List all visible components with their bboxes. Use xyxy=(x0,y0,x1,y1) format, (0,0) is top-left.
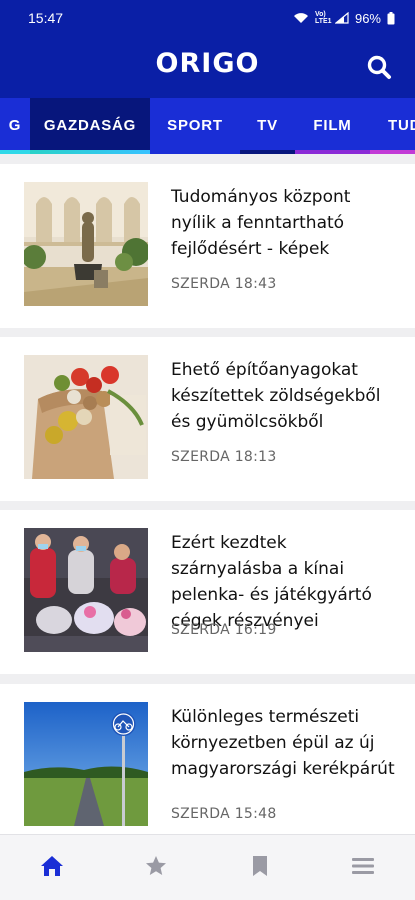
article-title: Különleges természeti környezetben épül … xyxy=(171,707,395,779)
tab-label: TUD xyxy=(388,117,415,134)
tab-tudomany[interactable]: TUD xyxy=(370,98,415,154)
bottom-navigation xyxy=(0,834,415,900)
tab-label: G xyxy=(8,117,22,134)
bookmark-icon xyxy=(248,854,272,883)
tab-color-indicator xyxy=(150,150,240,154)
signal-icon xyxy=(334,12,349,24)
article-card[interactable]: Ehető építőanyagokat készítettek zöldség… xyxy=(0,337,415,501)
article-thumbnail xyxy=(24,182,148,306)
article-time: SZERDA 16:19 xyxy=(171,622,277,638)
app-header: ORIGO xyxy=(0,36,415,98)
tab-color-indicator xyxy=(370,150,415,154)
article-title: Tudományos központ nyílik a fenntartható… xyxy=(171,187,351,259)
nav-home-button[interactable] xyxy=(0,835,103,900)
menu-icon xyxy=(351,854,375,883)
article-title: Ehető építőanyagokat készítettek zöldség… xyxy=(171,360,381,432)
article-time: SZERDA 18:43 xyxy=(171,276,277,292)
status-time: 15:47 xyxy=(28,10,64,26)
tab-sport[interactable]: SPORT xyxy=(150,98,240,154)
tab-label: SPORT xyxy=(167,117,223,134)
article-thumbnail xyxy=(24,528,148,652)
battery-icon xyxy=(387,11,395,25)
tab-color-indicator xyxy=(295,150,370,154)
nav-favorites-button[interactable] xyxy=(104,835,207,900)
article-time: SZERDA 15:48 xyxy=(171,806,277,822)
home-icon xyxy=(40,854,64,883)
article-card[interactable]: Tudományos központ nyílik a fenntartható… xyxy=(0,164,415,328)
tab-label: GAZDASÁG xyxy=(43,117,137,134)
tab-film[interactable]: FILM xyxy=(295,98,370,154)
star-icon xyxy=(144,854,168,883)
article-thumbnail xyxy=(24,355,148,479)
battery-percent: 96% xyxy=(354,10,381,26)
category-tabs: G GAZDASÁG SPORT TV FILM TUD xyxy=(0,98,415,154)
search-button[interactable] xyxy=(365,53,393,81)
tab-color-indicator xyxy=(240,150,295,154)
article-time: SZERDA 18:13 xyxy=(171,449,277,465)
status-bar: 15:47 Vo) LTE1 96% xyxy=(0,0,415,36)
article-card[interactable]: Ezért kezdtek szárnyalásba a kínai pelen… xyxy=(0,510,415,674)
tab-gazdasag[interactable]: GAZDASÁG xyxy=(30,98,150,154)
tab-previous[interactable]: G xyxy=(0,98,30,154)
article-feed[interactable]: Tudományos központ nyílik a fenntartható… xyxy=(0,160,415,834)
wifi-icon xyxy=(293,12,309,24)
tab-label: FILM xyxy=(313,117,352,134)
article-thumbnail xyxy=(24,702,148,826)
article-card[interactable]: Különleges természeti környezetben épül … xyxy=(0,684,415,834)
app-screen: 15:47 Vo) LTE1 96% ORIGO G GAZDASÁG SPOR… xyxy=(0,0,415,900)
tab-color-indicator xyxy=(0,150,30,154)
nav-bookmarks-button[interactable] xyxy=(208,835,311,900)
search-icon xyxy=(365,55,393,85)
tab-color-indicator xyxy=(30,150,150,154)
article-title: Ezért kezdtek szárnyalásba a kínai pelen… xyxy=(171,533,372,631)
tab-tv[interactable]: TV xyxy=(240,98,295,154)
nav-menu-button[interactable] xyxy=(311,835,414,900)
origo-logo[interactable]: ORIGO xyxy=(0,48,415,79)
network-label: Vo) LTE1 xyxy=(314,11,332,25)
status-icons: Vo) LTE1 96% xyxy=(293,11,395,26)
tab-label: TV xyxy=(257,117,278,134)
